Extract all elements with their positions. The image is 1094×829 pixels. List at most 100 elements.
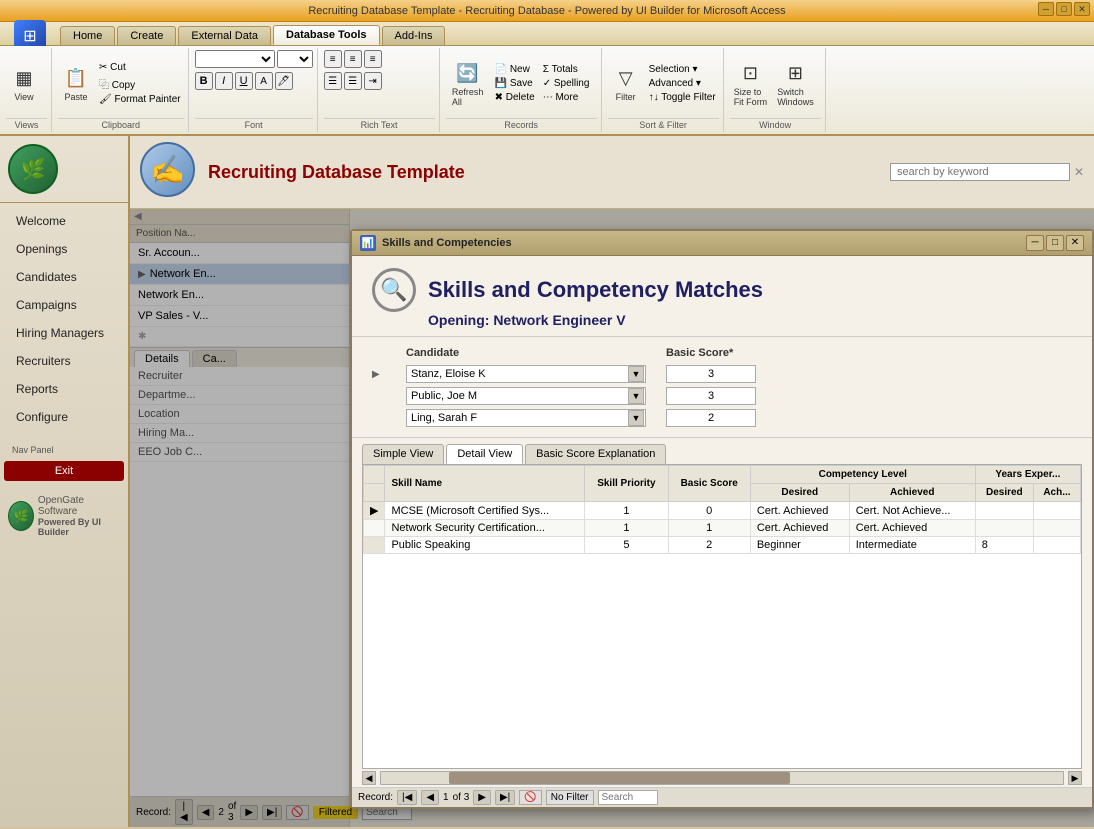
switch-windows-button[interactable]: ⊞ SwitchWindows <box>773 57 818 109</box>
modal-search-input[interactable] <box>598 790 658 805</box>
score-field-2[interactable] <box>666 409 756 427</box>
modal-title: Skills and Competencies <box>382 237 512 249</box>
modal-header-section: 🔍 Skills and Competency Matches Opening:… <box>352 256 1092 337</box>
align-center-button[interactable]: ≡ <box>344 50 362 68</box>
cut-button[interactable]: ✂ Cut <box>96 61 184 74</box>
indent-button[interactable]: ⇥ <box>364 72 382 90</box>
sidebar-item-configure[interactable]: Configure <box>4 404 124 430</box>
candidate-row-1: Public, Joe M ▼ <box>372 387 1072 405</box>
sidebar-item-recruiters[interactable]: Recruiters <box>4 348 124 374</box>
more-button[interactable]: ⋯ More <box>540 91 593 104</box>
ribbon-group-font: B I U A 🖊 Font <box>191 48 318 132</box>
view-button[interactable]: ▦ View <box>6 62 42 104</box>
search-clear-icon[interactable]: ✕ <box>1074 165 1084 179</box>
th-comp-achieved: Achieved <box>849 484 975 502</box>
opengate-leaf-icon: 🌿 <box>13 509 28 523</box>
modal-close-btn[interactable]: ✕ <box>1066 235 1084 251</box>
search-magnifier-icon: 🔍 <box>372 268 416 312</box>
tab-database-tools[interactable]: Database Tools <box>273 25 380 45</box>
modal-record-nav: Record: |◀ ◀ 1 of 3 ▶ ▶| 🚫 No Filter <box>352 787 1092 807</box>
window-controls[interactable]: ─ □ ✕ <box>1038 2 1090 16</box>
highlight-button[interactable]: 🖊 <box>275 72 293 90</box>
paste-button[interactable]: 📋 Paste <box>58 62 94 104</box>
tab-add-ins[interactable]: Add-Ins <box>382 26 446 45</box>
modal-record-prev-btn[interactable]: ◀ <box>421 790 439 805</box>
candidate-select-0[interactable]: Stanz, Eloise K <box>406 365 646 383</box>
table-row-0: ▶ MCSE (Microsoft Certified Sys... 1 0 C… <box>364 502 1081 520</box>
size-fit-button[interactable]: ⊡ Size toFit Form <box>730 57 772 109</box>
num-list-button[interactable]: ☰ <box>344 72 362 90</box>
sidebar-item-candidates[interactable]: Candidates <box>4 264 124 290</box>
modal-record-next-btn[interactable]: ▶ <box>473 790 491 805</box>
tab-basic-score-explanation[interactable]: Basic Score Explanation <box>525 444 666 464</box>
delete-record-button[interactable]: ✖ Delete <box>492 91 538 104</box>
modal-minimize-btn[interactable]: ─ <box>1026 235 1044 251</box>
window-title: Recruiting Database Template - Recruitin… <box>308 5 785 17</box>
tab-external-data[interactable]: External Data <box>178 26 271 45</box>
font-color-button[interactable]: A <box>255 72 273 90</box>
modal-controls: ─ □ ✕ <box>1026 235 1084 251</box>
sidebar-item-welcome[interactable]: Welcome <box>4 208 124 234</box>
tab-detail-view[interactable]: Detail View <box>446 444 523 464</box>
italic-button[interactable]: I <box>215 72 233 90</box>
modal-record-last-btn[interactable]: ▶| <box>495 790 515 805</box>
align-right-button[interactable]: ≡ <box>364 50 382 68</box>
achieved-2: Intermediate <box>849 537 975 554</box>
score-0: 0 <box>668 502 750 520</box>
bullet-list-button[interactable]: ☰ <box>324 72 342 90</box>
underline-button[interactable]: U <box>235 72 253 90</box>
refresh-button[interactable]: 🔄 RefreshAll <box>446 57 490 109</box>
candidate-select-1[interactable]: Public, Joe M <box>406 387 646 405</box>
filter-button[interactable]: ▽ Filter <box>608 62 644 104</box>
table-row-2: Public Speaking 5 2 Beginner Intermediat… <box>364 537 1081 554</box>
totals-button[interactable]: Σ Totals <box>540 63 593 76</box>
selection-button[interactable]: Selection ▾ <box>646 63 719 76</box>
spelling-button[interactable]: ✓ Spelling <box>540 77 593 90</box>
tab-create[interactable]: Create <box>117 26 176 45</box>
skills-table: Skill Name Skill Priority Basic Score Co… <box>363 465 1081 554</box>
align-left-button[interactable]: ≡ <box>324 50 342 68</box>
score-field-0[interactable] <box>666 365 756 383</box>
tab-simple-view[interactable]: Simple View <box>362 444 444 464</box>
th-arrow <box>364 466 385 484</box>
advanced-button[interactable]: Advanced ▾ <box>646 77 719 90</box>
exit-button[interactable]: Exit <box>4 461 124 481</box>
maximize-btn[interactable]: □ <box>1056 2 1072 16</box>
sidebar-item-openings[interactable]: Openings <box>4 236 124 262</box>
candidate-dropdown-icon-2: ▼ <box>628 410 644 426</box>
new-record-button[interactable]: 📄 New <box>492 63 538 76</box>
close-btn[interactable]: ✕ <box>1074 2 1090 16</box>
font-family-select[interactable] <box>195 50 275 68</box>
modal-maximize-btn[interactable]: □ <box>1046 235 1064 251</box>
th-skill-name: Skill Name <box>385 466 585 502</box>
modal-record-first-btn[interactable]: |◀ <box>397 790 417 805</box>
tab-home[interactable]: Home <box>60 26 115 45</box>
scroll-right-btn[interactable]: ▶ <box>1068 771 1082 785</box>
size-fit-icon: ⊡ <box>736 59 764 87</box>
copy-button[interactable]: ⿻ Copy <box>96 75 184 92</box>
table-row-1: Network Security Certification... 1 1 Ce… <box>364 520 1081 537</box>
candidate-col-header: Candidate <box>406 347 646 359</box>
sidebar-item-hiring-managers[interactable]: Hiring Managers <box>4 320 124 346</box>
save-record-button[interactable]: 💾 Save <box>492 77 538 90</box>
search-input[interactable] <box>890 163 1070 181</box>
format-painter-button[interactable]: 🖌 Format Painter <box>96 93 184 106</box>
font-size-select[interactable] <box>277 50 313 68</box>
opengate-brand: OpenGate Software <box>38 495 120 517</box>
scroll-left-btn[interactable]: ◀ <box>362 771 376 785</box>
sidebar-item-reports[interactable]: Reports <box>4 376 124 402</box>
ribbon-group-clipboard: 📋 Paste ✂ Cut ⿻ Copy 🖌 Format Painter Cl… <box>54 48 189 132</box>
score-field-1[interactable] <box>666 387 756 405</box>
horizontal-scrollbar[interactable] <box>380 771 1064 785</box>
sidebar-item-campaigns[interactable]: Campaigns <box>4 292 124 318</box>
toggle-filter-button[interactable]: ↑↓ Toggle Filter <box>646 91 719 104</box>
content-area: ✍ Recruiting Database Template ✕ ◀ Posit… <box>130 136 1094 827</box>
app-main: 🌿 Welcome Openings Candidates Campaigns … <box>0 136 1094 827</box>
bold-button[interactable]: B <box>195 72 213 90</box>
priority-0: 1 <box>585 502 668 520</box>
sort-filter-group-label: Sort & Filter <box>608 118 719 130</box>
minimize-btn[interactable]: ─ <box>1038 2 1054 16</box>
modal-titlebar: 📊 Skills and Competencies ─ □ ✕ <box>352 231 1092 256</box>
years-desired-0 <box>975 502 1033 520</box>
candidate-select-2[interactable]: Ling, Sarah F <box>406 409 646 427</box>
